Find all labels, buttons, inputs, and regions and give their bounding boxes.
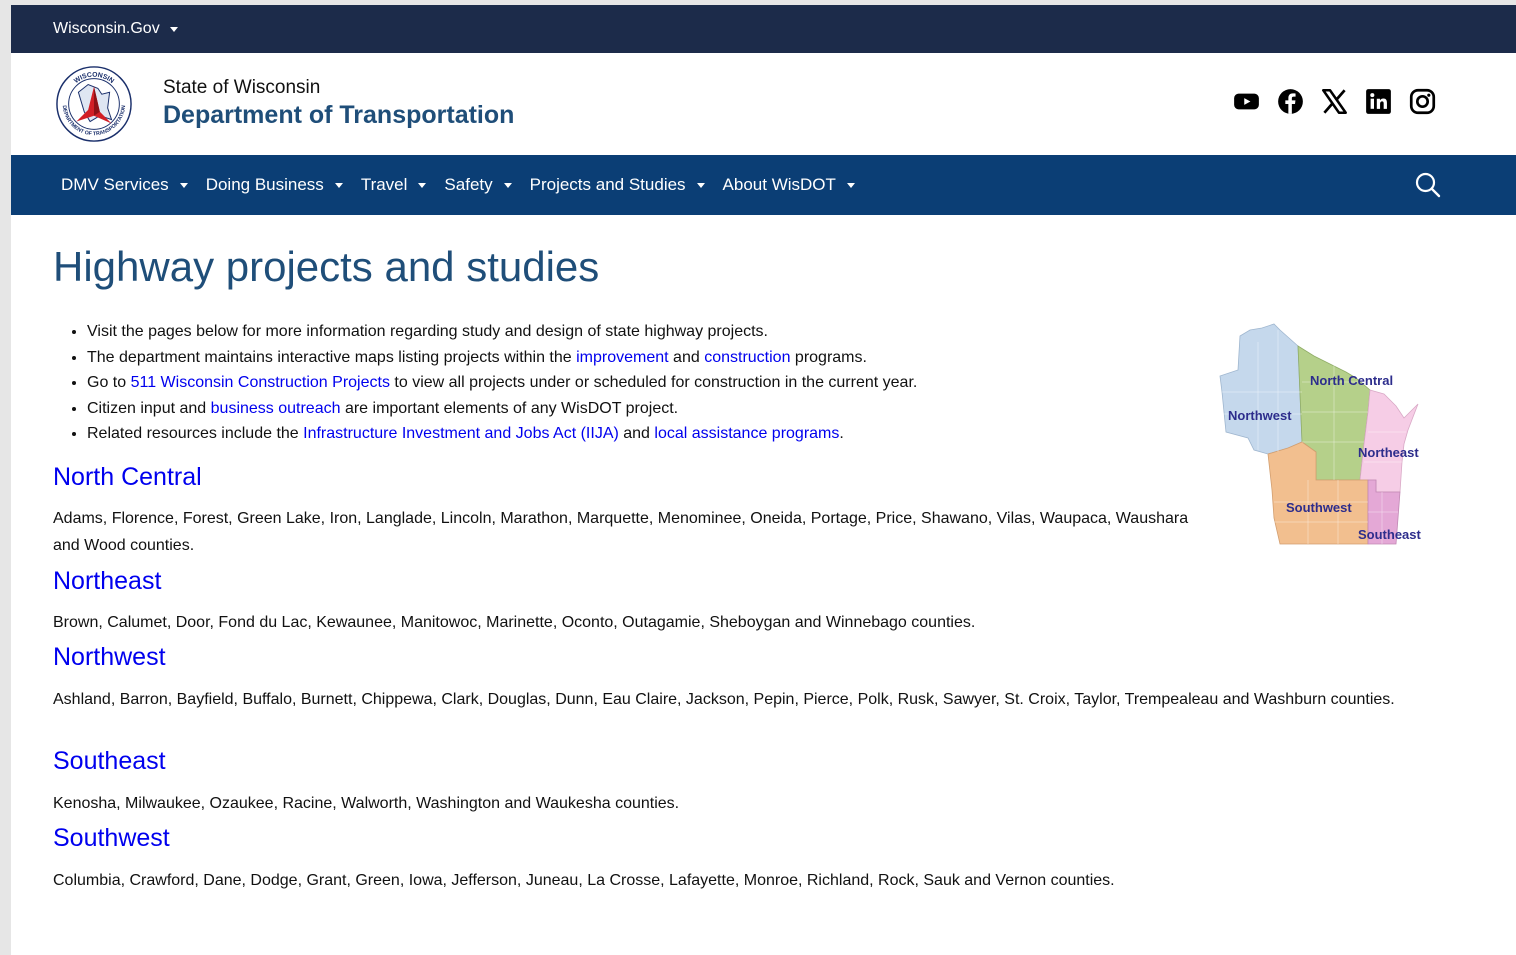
bullet-text: Visit the pages below for more informati… (87, 323, 768, 340)
x-icon[interactable] (1321, 88, 1348, 115)
map-region-northwest[interactable] (1219, 323, 1303, 455)
map-label-southwest: Southwest (1286, 500, 1352, 515)
list-item: Go to 511 Wisconsin Construction Project… (87, 370, 917, 396)
social-links (1233, 88, 1436, 115)
wisdot-logo[interactable]: WISCONSIN DEPARTMENT OF TRANSPORTATION (55, 65, 133, 143)
nav-item-label: Doing Business (205, 175, 324, 194)
map-label-northeast: Northeast (1358, 445, 1419, 460)
511-construction-projects-link[interactable]: 511 Wisconsin Construction Projects (131, 374, 390, 391)
brand-header: WISCONSIN DEPARTMENT OF TRANSPORTATION S… (11, 53, 1516, 155)
nav-item-label: Safety (444, 175, 493, 194)
nav-item-projects-and-studies[interactable]: Projects and Studies (530, 175, 705, 195)
nav-item-travel[interactable]: Travel (361, 175, 427, 195)
region-southwest-link[interactable]: Southwest (53, 824, 170, 853)
bullet-text: to view all projects under or scheduled … (389, 374, 918, 391)
linkedin-icon[interactable] (1365, 88, 1392, 115)
youtube-icon[interactable] (1233, 88, 1260, 115)
map-label-north-central: North Central (1310, 373, 1393, 388)
nav-item-doing-business[interactable]: Doing Business (206, 175, 343, 195)
caret-down-icon (334, 182, 343, 188)
brand-subtitle: State of Wisconsin (163, 77, 321, 98)
page-title: Highway projects and studies (53, 243, 600, 290)
caret-down-icon (503, 182, 512, 188)
construction-link[interactable]: construction (704, 349, 790, 366)
region-northwest-link[interactable]: Northwest (53, 643, 166, 672)
page: Wisconsin.Gov WISCONSIN DEPARTMENT OF TR… (11, 5, 1516, 955)
caret-down-icon (179, 182, 188, 188)
iija-link[interactable]: Infrastructure Investment and Jobs Act (… (303, 425, 619, 442)
region-northeast-counties: Brown, Calumet, Door, Fond du Lac, Kewau… (53, 614, 976, 631)
business-outreach-link[interactable]: business outreach (211, 400, 341, 417)
search-icon[interactable] (1414, 171, 1442, 199)
bullet-text: . (839, 425, 844, 442)
caret-down-icon (846, 182, 855, 188)
caret-down-icon (418, 182, 427, 188)
bullet-text: The department maintains interactive map… (87, 348, 577, 366)
wisconsin-gov-label: Wisconsin.Gov (53, 20, 160, 37)
list-item: Related resources include the Infrastruc… (87, 421, 917, 447)
region-southeast-link[interactable]: Southeast (53, 747, 166, 776)
region-north-central-link[interactable]: North Central (53, 463, 202, 492)
region-southeast-counties: Kenosha, Milwaukee, Ozaukee, Racine, Wal… (53, 795, 680, 812)
list-item: Citizen input and business outreach are … (87, 396, 917, 422)
map-region-northeast[interactable] (1359, 389, 1419, 493)
nav-item-label: Projects and Studies (529, 175, 686, 194)
nav-item-label: About WisDOT (722, 175, 836, 194)
wisconsin-gov-dropdown[interactable]: Wisconsin.Gov (53, 20, 178, 38)
nav-item-dmv-services[interactable]: DMV Services (61, 175, 188, 195)
nav-items: DMV Services Doing Business Travel Safet… (61, 155, 873, 215)
bullet-text: and (618, 425, 655, 442)
improvement-link[interactable]: improvement (576, 349, 668, 366)
intro-list: Visit the pages below for more informati… (53, 319, 917, 447)
nav-item-label: Travel (360, 175, 408, 194)
map-label-southeast: Southeast (1358, 527, 1422, 542)
caret-down-icon (169, 26, 178, 32)
bullet-text: programs. (790, 348, 867, 366)
main-nav: DMV Services Doing Business Travel Safet… (11, 155, 1516, 215)
caret-down-icon (696, 182, 705, 188)
bullet-text: Citizen input and (87, 399, 211, 417)
region-northwest-counties: Ashland, Barron, Bayfield, Buffalo, Burn… (53, 691, 1395, 708)
list-item: The department maintains interactive map… (87, 345, 917, 371)
facebook-icon[interactable] (1277, 88, 1304, 115)
local-assistance-programs-link[interactable]: local assistance programs (654, 425, 839, 442)
gov-bar: Wisconsin.Gov (11, 5, 1516, 53)
brand-text: State of Wisconsin Department of Transpo… (163, 77, 514, 130)
region-map[interactable]: North Central Northwest Northeast Southw… (1218, 322, 1433, 547)
nav-item-about-wisdot[interactable]: About WisDOT (723, 175, 855, 195)
bullet-text: Go to (87, 374, 131, 391)
region-north-central-counties: Adams, Florence, Forest, Green Lake, Iro… (53, 510, 1189, 554)
map-label-northwest: Northwest (1228, 408, 1292, 423)
nav-item-safety[interactable]: Safety (444, 175, 512, 195)
bullet-text: and (668, 348, 705, 366)
nav-item-label: DMV Services (61, 175, 169, 194)
bullet-text: are important elements of any WisDOT pro… (340, 399, 679, 417)
instagram-icon[interactable] (1409, 88, 1436, 115)
list-item: Visit the pages below for more informati… (87, 319, 917, 345)
brand-title[interactable]: Department of Transportation (163, 101, 514, 130)
region-southwest-counties: Columbia, Crawford, Dane, Dodge, Grant, … (53, 872, 1115, 889)
bullet-text: Related resources include the (87, 425, 304, 442)
region-northeast-link[interactable]: Northeast (53, 567, 161, 596)
